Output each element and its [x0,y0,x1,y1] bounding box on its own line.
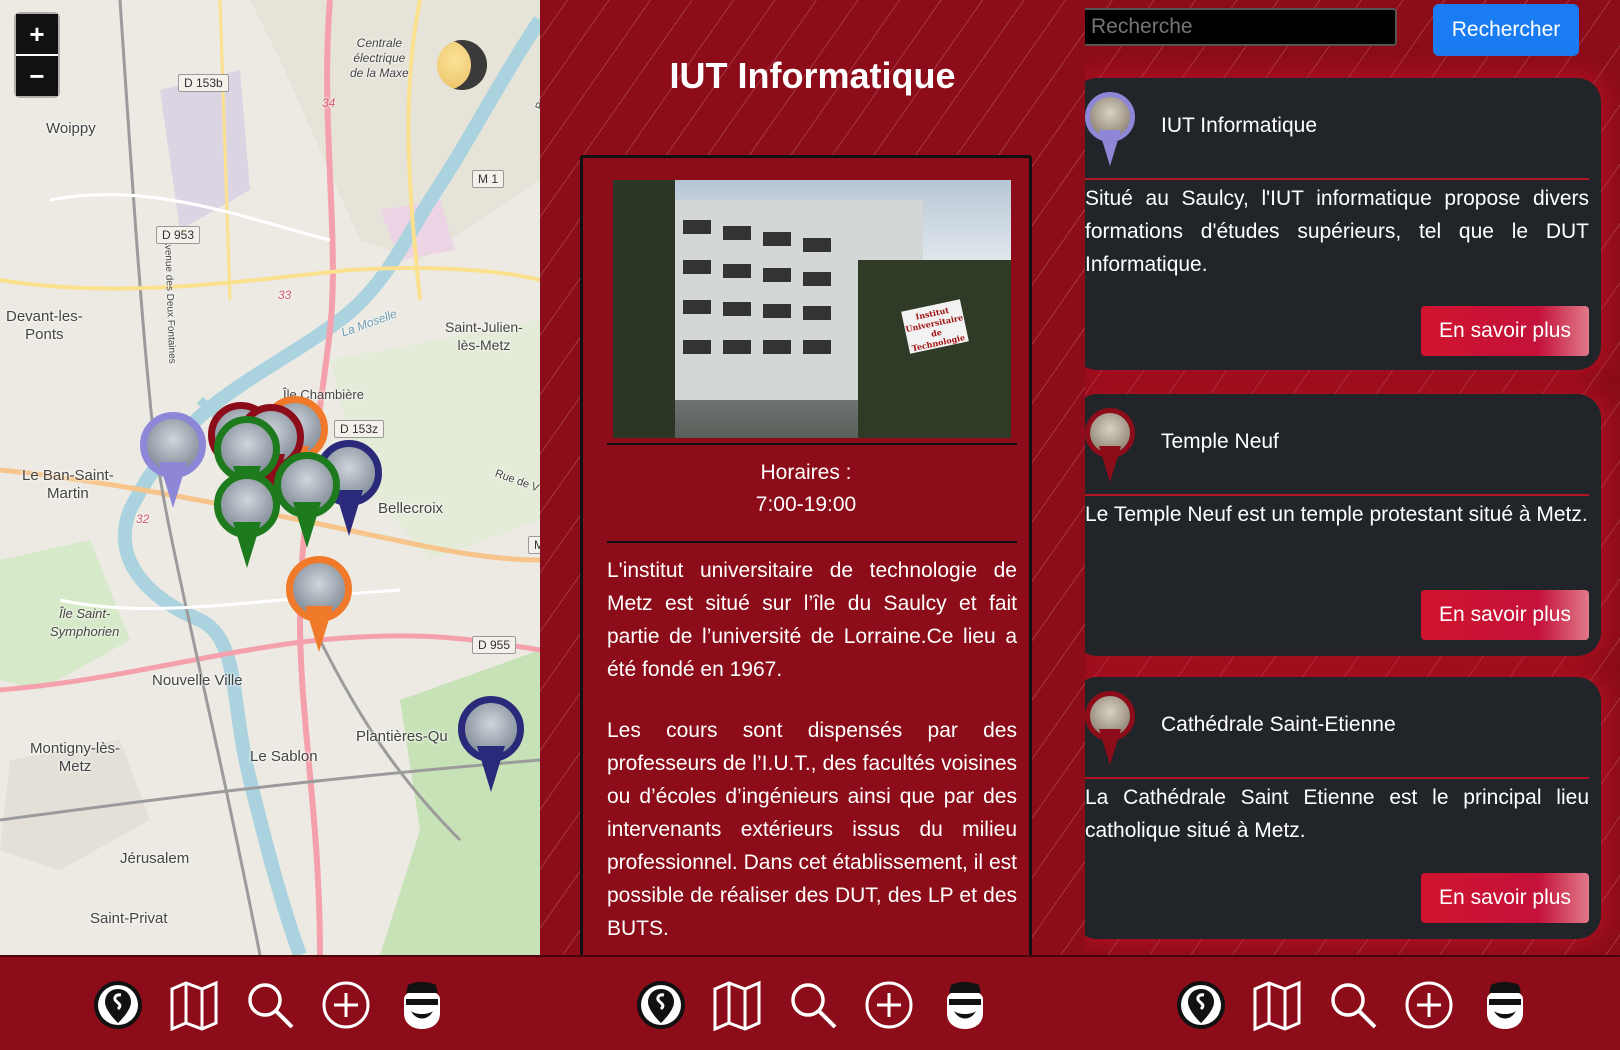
hours-value: 7:00-19:00 [755,493,857,516]
location-pin-icon [94,980,142,1029]
search-icon [790,982,836,1028]
search-button[interactable]: Rechercher [1433,4,1579,56]
add-circle-icon [1405,981,1452,1028]
nav-add-button[interactable] [862,978,916,1032]
map-label: Plantières-Qu [356,728,448,745]
card-title: Temple Neuf [1161,430,1279,453]
profile-icon [404,981,440,1029]
card-description: Le Temple Neuf est un temple protestant … [1085,503,1588,526]
map-label: Saint-Privat [90,910,168,927]
location-pin-icon [1176,980,1225,1029]
road-label: D 153b [178,74,229,92]
detail-card: Institut Universitaire de Technologie Ho… [580,155,1032,981]
nav-map-button[interactable] [710,978,764,1032]
zoom-out-button[interactable]: − [16,56,58,96]
hours-label: Horaires : [760,461,852,484]
card-description: Situé au Saulcy, l'IUT informatique prop… [1085,187,1589,276]
road-label: D 953 [156,226,201,244]
divider [607,443,1017,445]
nav-locations-button[interactable] [634,978,688,1032]
list-panel: Rechercher IUT Informatique Situé au Sau… [1085,0,1620,1050]
map-label: Saint-Julien- lès-Metz [445,319,523,353]
road-label: M 1 [472,170,505,188]
search-icon [248,982,294,1028]
road-number: 32 [136,512,150,526]
bottom-nav [1085,955,1620,1050]
location-pin-icon [636,980,685,1029]
road-label: D 955 [472,636,517,654]
nav-add-button[interactable] [1402,978,1456,1032]
nav-locations-button[interactable] [1174,978,1228,1032]
nav-profile-button[interactable] [1478,978,1532,1032]
moon-icon [437,40,487,90]
map-icon [713,980,760,1031]
map-label: Le Ban-Saint- Martin [22,467,114,502]
place-pin-icon [1085,691,1135,767]
map-label: Nouvelle Ville [152,672,243,689]
nav-profile-button[interactable] [938,978,992,1032]
map-zoom-control: + − [16,14,58,96]
profile-icon [946,981,983,1029]
search-icon [1330,982,1376,1028]
map-label: Bellecroix [378,500,444,517]
road-label: M [528,536,540,554]
detail-panel: IUT Informatique Institut Universitaire … [540,0,1085,1050]
map-label: Jérusalem [120,850,190,867]
place-card-temple-neuf: Temple Neuf Le Temple Neuf est un temple… [1085,394,1601,656]
nav-locations-button[interactable] [91,978,145,1032]
divider [607,541,1017,543]
nav-add-button[interactable] [319,978,373,1032]
card-title: Cathédrale Saint-Etienne [1161,713,1396,736]
bottom-nav [540,955,1085,1050]
nav-map-button[interactable] [167,978,221,1032]
map-label: Montigny-lès- Metz [30,740,121,775]
add-circle-icon [865,981,912,1028]
map-marker[interactable] [286,556,352,654]
more-info-button[interactable]: En savoir plus [1421,306,1589,356]
road-label: D 153z [334,420,385,438]
more-info-button[interactable]: En savoir plus [1421,873,1589,923]
place-pin-icon [1085,408,1135,484]
add-circle-icon [322,981,370,1028]
map-label: Île Saint- Symphorien [50,606,120,639]
page-title: IUT Informatique [669,55,956,96]
divider [1085,494,1589,496]
map-marker[interactable] [458,696,524,794]
nav-search-button[interactable] [243,978,297,1032]
place-photo: Institut Universitaire de Technologie [613,180,1011,438]
nav-map-button[interactable] [1250,978,1304,1032]
bottom-nav [0,955,540,1050]
description-paragraph: L'institut universitaire de technologie … [607,559,1017,681]
nav-profile-button[interactable] [395,978,449,1032]
divider [1085,178,1589,180]
map-marker[interactable] [274,452,340,550]
map-label: Centrale électrique de la Maxe [350,36,409,80]
map-label: Woippy [46,120,96,137]
road-number: 34 [322,96,336,110]
map-icon [170,980,218,1031]
map-panel: + − Woippy Devant-les- Ponts Le Ban-Sain… [0,0,540,1050]
map-icon [1253,980,1300,1031]
map-marker[interactable] [214,472,280,570]
map-label: Devant-les- Ponts [6,308,83,343]
place-card-cathedrale: Cathédrale Saint-Etienne La Cathédrale S… [1085,677,1601,939]
road-number: 33 [278,288,292,302]
nav-search-button[interactable] [786,978,840,1032]
profile-icon [1486,981,1523,1029]
description-paragraph: Les cours sont dispensés par des profess… [607,719,1017,940]
map-canvas[interactable]: + − Woippy Devant-les- Ponts Le Ban-Sain… [0,0,540,955]
nav-search-button[interactable] [1326,978,1380,1032]
more-info-button[interactable]: En savoir plus [1421,590,1589,640]
map-marker-iut[interactable] [140,412,206,510]
divider [1085,777,1589,779]
list-content: Rechercher IUT Informatique Situé au Sau… [1085,0,1620,955]
place-pin-icon [1085,92,1135,168]
map-label: Le Sablon [250,748,318,765]
place-card-iut: IUT Informatique Situé au Saulcy, l'IUT … [1085,78,1601,370]
zoom-in-button[interactable]: + [16,14,58,56]
search-input[interactable] [1085,8,1397,46]
card-description: La Cathédrale Saint Etienne est le princ… [1085,786,1589,842]
card-title: IUT Informatique [1161,114,1318,137]
